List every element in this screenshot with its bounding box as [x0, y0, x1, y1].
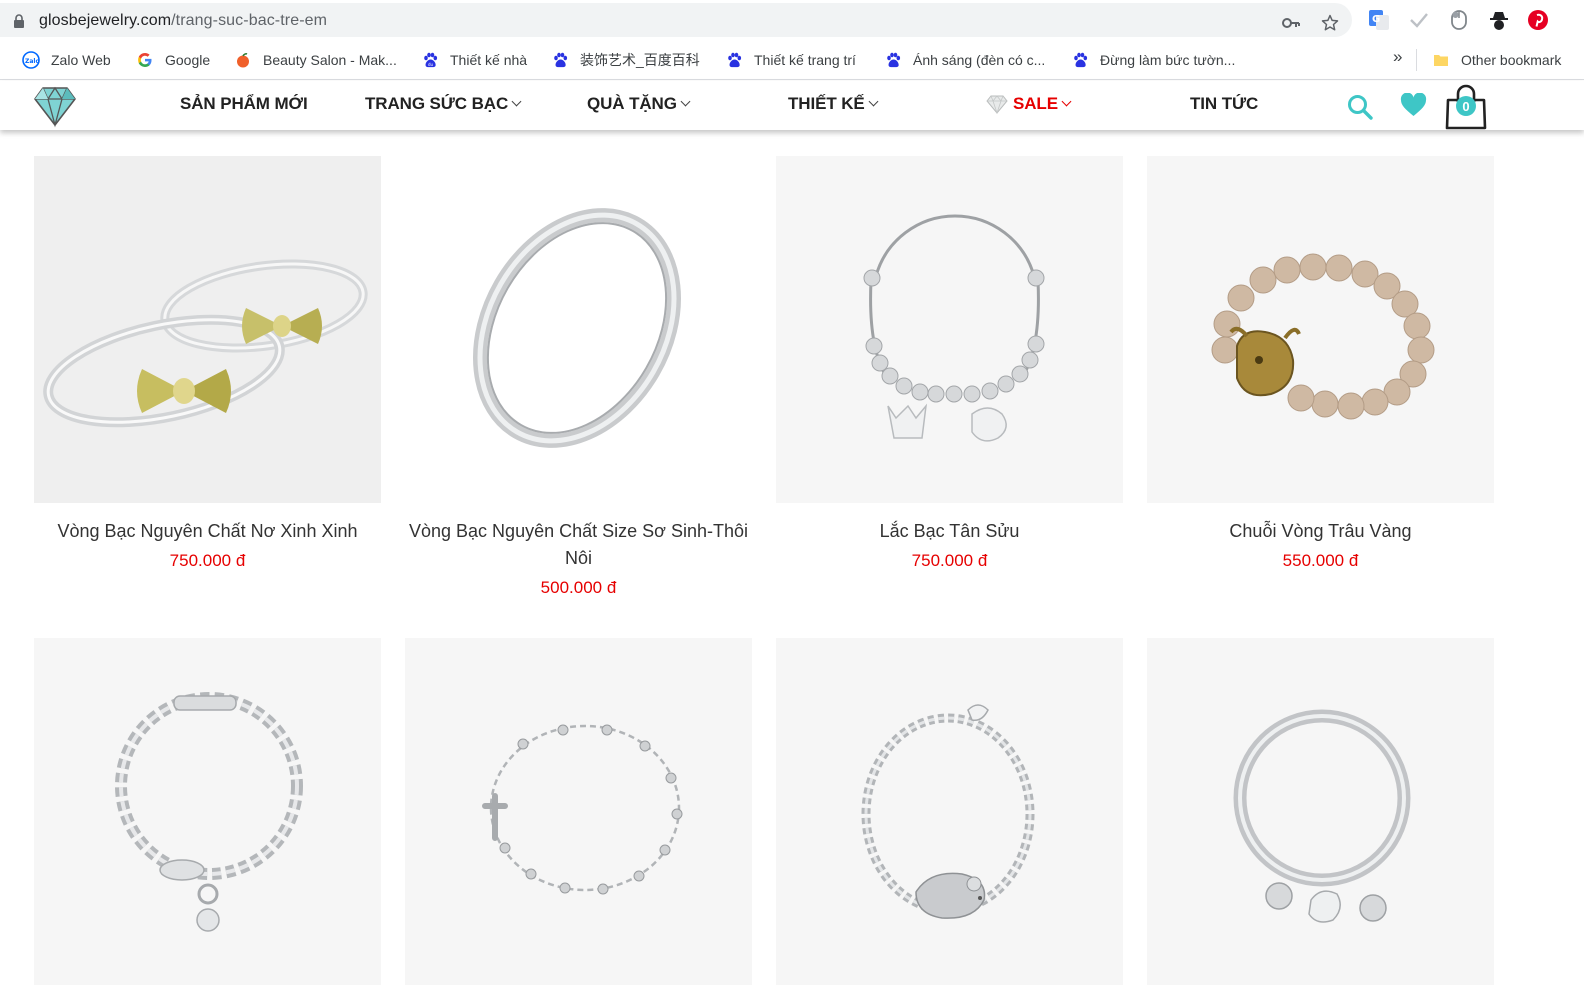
chevron-down-icon [511, 96, 522, 107]
diamond-logo-icon[interactable] [32, 83, 78, 129]
search-icon[interactable] [1346, 93, 1374, 121]
bookmark-label: 装饰艺术_百度百科 [580, 52, 700, 68]
baidu-paw-icon [1071, 51, 1089, 69]
product-grid: Vòng Bạc Nguyên Chất Nơ Xinh Xinh 750.00… [0, 130, 1584, 985]
product-image-plain-bangle[interactable] [405, 156, 752, 503]
omnibox[interactable]: glosbejewelry.com/trang-suc-bac-tre-em [0, 3, 1352, 37]
bookmark-beauty-salon[interactable]: Beauty Salon - Mak... [234, 50, 397, 70]
svg-text:Zalo: Zalo [25, 58, 40, 65]
product-image-wood-bead-bracelet[interactable] [1147, 156, 1494, 503]
baidu-paw-icon [725, 51, 743, 69]
nav-gifts[interactable]: QUÀ TẶNG [587, 94, 691, 114]
bookmark-label: Beauty Salon - Mak... [263, 52, 397, 68]
address-bar: glosbejewelry.com/trang-suc-bac-tre-em G [0, 0, 1584, 40]
nav-news-label: TIN TỨC [1190, 94, 1259, 113]
bookmarks-bar: Zalo Zalo Web Google Beauty Salon - Mak.… [0, 40, 1584, 80]
product-image-chain-bracelet[interactable] [34, 638, 381, 985]
baidu-paw-icon [884, 51, 902, 69]
product-card[interactable] [1147, 638, 1494, 985]
product-name[interactable]: Chuỗi Vòng Trâu Vàng [1147, 518, 1494, 545]
svg-text:du: du [428, 62, 434, 67]
bookmarks-divider [1416, 49, 1417, 71]
cart-count-badge[interactable]: 0 [1456, 96, 1476, 116]
product-card[interactable]: Vòng Bạc Nguyên Chất Size Sơ Sinh-Thôi N… [405, 156, 752, 598]
svg-text:G: G [1372, 14, 1380, 25]
bookmark-label: Google [165, 52, 211, 68]
bookmark-thiet-ke-nha[interactable]: du Thiết kế nhà [421, 50, 527, 70]
chevron-down-icon [680, 96, 691, 107]
product-name[interactable]: Lắc Bạc Tân Sửu [776, 518, 1123, 545]
other-bookmarks-label: Other bookmark [1461, 52, 1562, 68]
spy-extension-icon[interactable] [1488, 9, 1510, 31]
nav-sale-label: SALE [1013, 94, 1058, 113]
bookmark-zalo-web[interactable]: Zalo Zalo Web [22, 50, 111, 70]
baidu-paw-icon: du [421, 51, 439, 69]
diamond-icon [986, 95, 1008, 114]
nav-sale[interactable]: SALE [985, 94, 1072, 114]
nav-silver-jewelry[interactable]: TRANG SỨC BẠC [365, 94, 522, 114]
bookmark-google[interactable]: Google [136, 50, 210, 70]
url-domain: glosbejewelry.com [39, 12, 172, 29]
google-icon [136, 51, 154, 69]
nav-silver-jewelry-label: TRANG SỨC BẠC [365, 94, 509, 113]
product-card[interactable]: Lắc Bạc Tân Sửu 750.000 đ [776, 156, 1123, 571]
nav-new-products[interactable]: SẢN PHẨM MỚI [180, 94, 308, 114]
bookmark-label: Ánh sáng (đèn có c... [913, 52, 1046, 68]
zalo-icon: Zalo [22, 51, 40, 69]
bookmark-dung-lam-buc-tuong[interactable]: Đừng làm bức tườn... [1071, 50, 1235, 70]
nav-design[interactable]: THIẾT KẾ [788, 94, 879, 114]
lock-icon[interactable] [13, 14, 25, 28]
bookmarks-overflow-button[interactable]: » [1393, 47, 1402, 67]
product-price: 500.000 đ [540, 578, 617, 597]
bookmark-anh-sang[interactable]: Ánh sáng (đèn có c... [884, 50, 1045, 70]
chevron-down-icon [1061, 96, 1072, 107]
product-image-bell-bangle[interactable] [1147, 638, 1494, 985]
product-price: 550.000 đ [1282, 551, 1359, 570]
chevron-down-icon [868, 96, 879, 107]
product-name[interactable]: Vòng Bạc Nguyên Chất Size Sơ Sinh-Thôi N… [405, 518, 752, 572]
product-image-bead-bangle[interactable] [776, 156, 1123, 503]
product-price: 750.000 đ [911, 551, 988, 570]
bookmark-baidu-baike[interactable]: 装饰艺术_百度百科 [551, 50, 700, 70]
product-card[interactable]: Vòng Bạc Nguyên Chất Nơ Xinh Xinh 750.00… [34, 156, 381, 571]
site-header: SẢN PHẨM MỚI TRANG SỨC BẠC QUÀ TẶNG THIẾ… [0, 81, 1584, 130]
peach-icon [234, 51, 252, 69]
baidu-paw-icon [551, 51, 569, 69]
url-path: /trang-suc-bac-tre-em [171, 12, 328, 29]
product-image-cross-bracelet[interactable] [405, 638, 752, 985]
nav-design-label: THIẾT KẾ [788, 94, 865, 113]
product-card[interactable] [405, 638, 752, 985]
product-price: 750.000 đ [169, 551, 246, 570]
url-text[interactable]: glosbejewelry.com/trang-suc-bac-tre-em [39, 12, 327, 30]
other-bookmarks-folder[interactable]: Other bookmark [1432, 50, 1561, 70]
product-card[interactable] [776, 638, 1123, 985]
product-card[interactable]: Chuỗi Vòng Trâu Vàng 550.000 đ [1147, 156, 1494, 571]
bookmark-label: Đừng làm bức tườn... [1100, 52, 1236, 68]
star-icon[interactable] [1319, 12, 1341, 34]
check-icon[interactable] [1408, 9, 1430, 31]
mouse-extension-icon[interactable] [1448, 9, 1470, 31]
google-translate-icon[interactable]: G [1368, 9, 1390, 31]
nav-gifts-label: QUÀ TẶNG [587, 94, 677, 113]
heart-icon[interactable] [1400, 93, 1427, 117]
folder-icon [1432, 51, 1450, 69]
bookmark-label: Thiết kế trang trí [754, 52, 856, 68]
pinterest-icon[interactable] [1527, 9, 1549, 31]
product-name[interactable]: Vòng Bạc Nguyên Chất Nơ Xinh Xinh [34, 518, 381, 545]
product-image-bow-bangles[interactable] [34, 156, 381, 503]
key-icon[interactable] [1280, 12, 1302, 34]
nav-news[interactable]: TIN TỨC [1190, 94, 1258, 114]
bookmark-label: Thiết kế nhà [450, 52, 528, 68]
bookmark-label: Zalo Web [51, 52, 111, 68]
bookmark-thiet-ke-trang-tri[interactable]: Thiết kế trang trí [725, 50, 856, 70]
product-card[interactable] [34, 638, 381, 985]
nav-new-products-label: SẢN PHẨM MỚI [180, 94, 308, 113]
product-image-mouse-charm-bracelet[interactable] [776, 638, 1123, 985]
